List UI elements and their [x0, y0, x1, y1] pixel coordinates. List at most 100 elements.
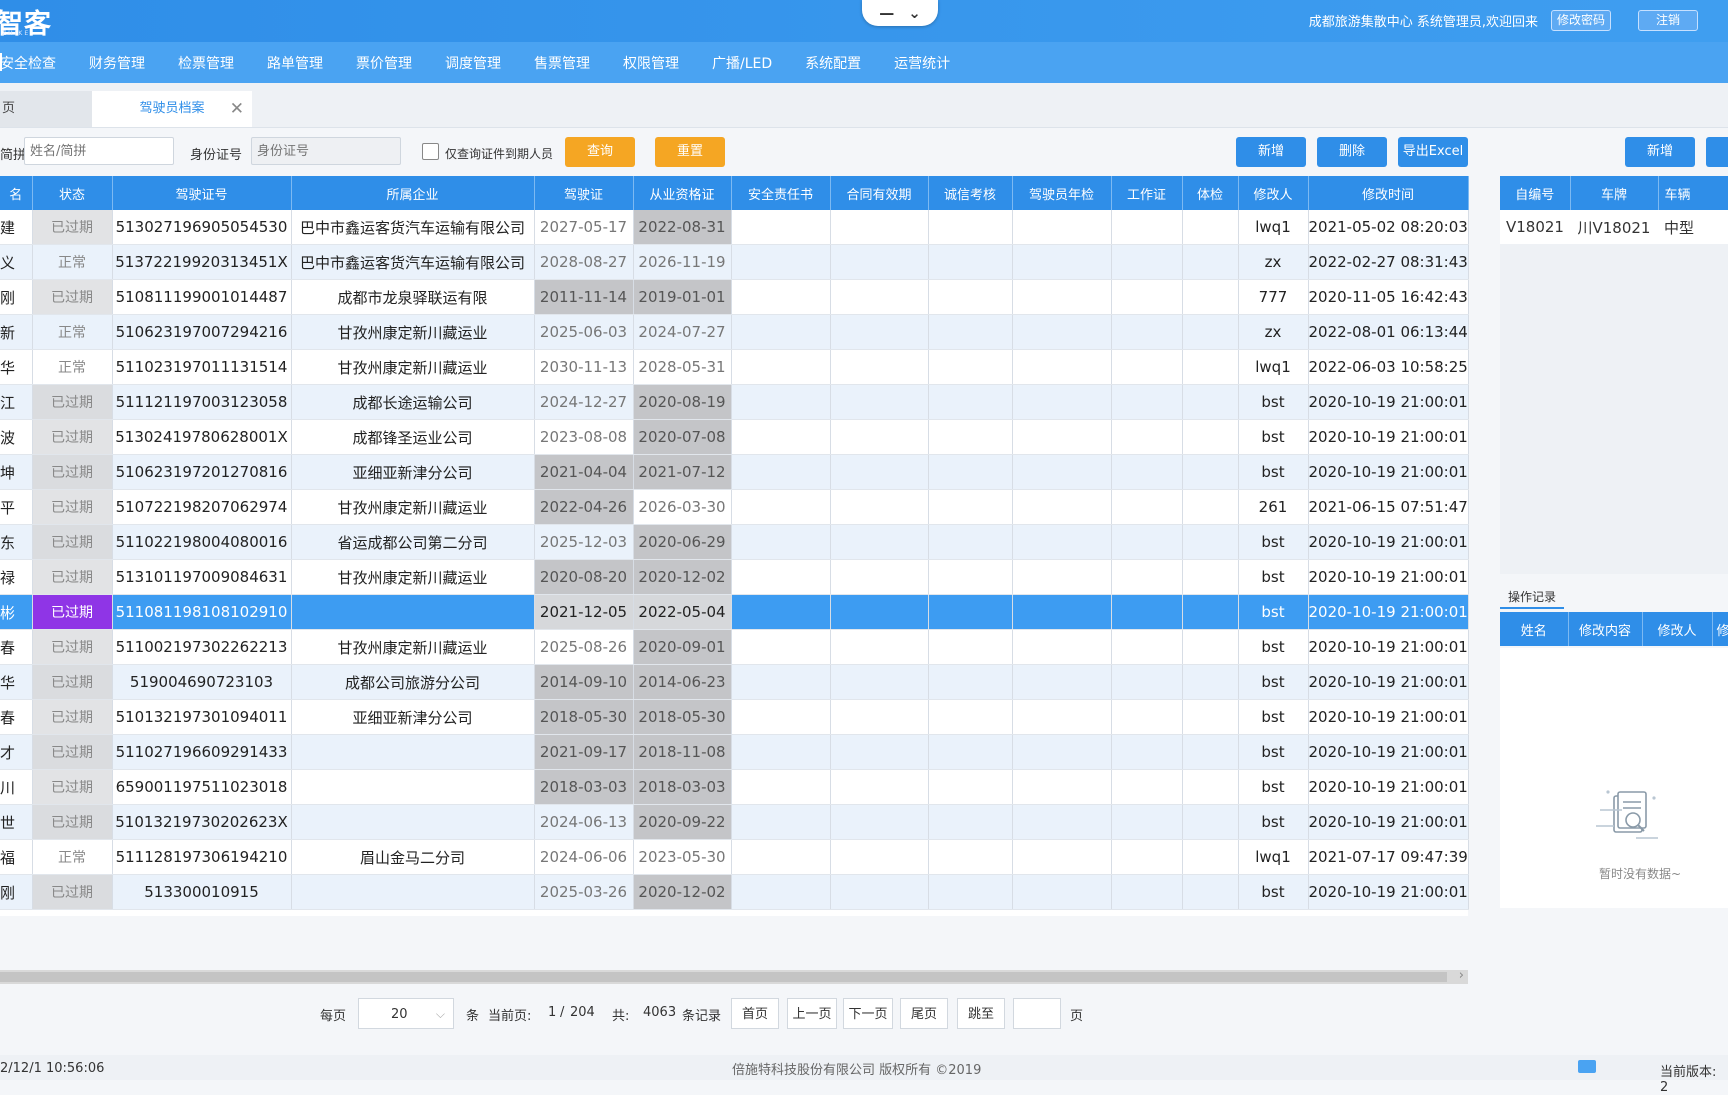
- col-status[interactable]: 状态: [32, 176, 113, 210]
- tab-home[interactable]: 页: [0, 91, 92, 127]
- vehicle-row[interactable]: V18021 川V18021 中型: [1500, 210, 1728, 244]
- reset-button[interactable]: 重置: [655, 137, 725, 167]
- menu-item-waybill[interactable]: 路单管理: [267, 53, 323, 73]
- export-excel-button[interactable]: 导出Excel: [1398, 137, 1468, 167]
- cell-license-no: 511027196609291433: [112, 734, 292, 770]
- table-row[interactable]: 刚已过期 513300010915 2025-03-26 2020-12-02 bst 2…: [0, 874, 1469, 910]
- col-contract[interactable]: 合同有效期: [830, 176, 929, 210]
- chevron-right-icon[interactable]: ›: [1459, 968, 1464, 983]
- table-row[interactable]: 华已过期 519004690723103 成都公司旅游分公司 2014-09-10 20…: [0, 664, 1469, 700]
- ops-col-modifier[interactable]: 修改人: [1642, 612, 1713, 646]
- table-row[interactable]: 才已过期 511027196609291433 2021-09-17 2018-11-…: [0, 734, 1469, 770]
- cell-driver-license: 2024-06-13: [534, 804, 634, 840]
- col-work-permit[interactable]: 工作证: [1111, 176, 1183, 210]
- col-qualification[interactable]: 从业资格证: [633, 176, 732, 210]
- menu-item-broadcast[interactable]: 广播/LED: [712, 53, 772, 73]
- footer-copyright: 倍施特科技股份有限公司 版权所有 ©2019: [732, 1063, 982, 1078]
- ops-col-more[interactable]: 修: [1712, 612, 1728, 646]
- right-more-button[interactable]: [1706, 137, 1728, 167]
- menu-item-dispatch[interactable]: 调度管理: [445, 53, 501, 73]
- table-row[interactable]: 义正常 51372219920313451X 巴中市鑫运客货汽车运输有限公司 2028…: [0, 244, 1469, 280]
- col-modifier[interactable]: 修改人: [1238, 176, 1309, 210]
- menu-item-safety[interactable]: 安全检查: [0, 53, 56, 73]
- col-driver-license[interactable]: 驾驶证: [534, 176, 634, 210]
- col-company[interactable]: 所属企业: [291, 176, 535, 210]
- table-row[interactable]: 建已过期 513027196905054530 巴中市鑫运客货汽车运输有限公司 202…: [0, 210, 1469, 245]
- cell-work-permit: [1111, 454, 1183, 490]
- jump-button[interactable]: 跳至: [957, 998, 1005, 1029]
- col-self-no[interactable]: 自编号: [1500, 176, 1571, 210]
- next-page-button[interactable]: 下一页: [843, 998, 893, 1029]
- delete-button[interactable]: 删除: [1317, 137, 1387, 167]
- col-safety-agreement[interactable]: 安全责任书: [731, 176, 831, 210]
- right-add-button[interactable]: 新增: [1625, 137, 1695, 167]
- horizontal-scrollbar[interactable]: ›: [0, 968, 1468, 984]
- table-row[interactable]: 禄已过期 513101197009084631 甘孜州康定新川藏运业 2020-08-…: [0, 559, 1469, 595]
- table-row[interactable]: 春已过期 511002197302262213 甘孜州康定新川藏运业 2025-08-…: [0, 629, 1469, 665]
- col-modified-time[interactable]: 修改时间: [1308, 176, 1469, 210]
- cell-contract: [830, 419, 929, 455]
- table-row[interactable]: 彬已过期 511081198108102910 2021-12-05 2022-05-…: [0, 594, 1469, 630]
- minimize-icon[interactable]: —: [879, 4, 894, 22]
- message-icon[interactable]: [1578, 1060, 1596, 1073]
- ops-col-content[interactable]: 修改内容: [1568, 612, 1643, 646]
- per-page-value: 20: [391, 1007, 408, 1022]
- jump-page-input[interactable]: [1013, 998, 1061, 1029]
- last-page-button[interactable]: 尾页: [900, 998, 948, 1029]
- id-search-input[interactable]: [251, 137, 401, 165]
- cell-safety-agreement: [731, 699, 831, 735]
- query-button[interactable]: 查询: [565, 137, 635, 167]
- chevron-down-icon[interactable]: ⌄: [908, 4, 921, 22]
- ops-col-name[interactable]: 姓名: [1500, 612, 1569, 646]
- welcome-text: 成都旅游集散中心 系统管理员,欢迎回来: [1308, 15, 1538, 30]
- cell-integrity: [928, 279, 1013, 315]
- menu-item-fare[interactable]: 票价管理: [356, 53, 412, 73]
- menu-item-statistics[interactable]: 运营统计: [894, 53, 950, 73]
- col-name[interactable]: 名: [0, 176, 33, 210]
- table-row[interactable]: 波已过期 51302419780628001X 成都锋圣运业公司 2023-08-08…: [0, 419, 1469, 455]
- logout-button[interactable]: 注销: [1638, 10, 1698, 31]
- table-row[interactable]: 福正常 511128197306194210 眉山金马二分司 2024-06-06 20…: [0, 839, 1469, 875]
- col-plate[interactable]: 车牌: [1570, 176, 1659, 210]
- first-page-button[interactable]: 首页: [731, 998, 779, 1029]
- table-row[interactable]: 平已过期 510722198207062974 甘孜州康定新川藏运业 2022-04-…: [0, 489, 1469, 525]
- table-row[interactable]: 刚已过期 510811199001014487 成都市龙泉驿联运有限 2011-11-…: [0, 279, 1469, 315]
- chevron-down-icon: ⌵: [435, 1007, 445, 1021]
- col-license-no[interactable]: 驾驶证号: [112, 176, 292, 210]
- table-row[interactable]: 东已过期 511022198004080016 省运成都公司第二分司 2025-12-…: [0, 524, 1469, 560]
- tab-driver-archive[interactable]: 驾驶员档案 ✕: [92, 91, 252, 127]
- table-row[interactable]: 江已过期 511121197003123058 成都长途运输公司 2024-12-27…: [0, 384, 1469, 420]
- prev-page-button[interactable]: 上一页: [787, 998, 837, 1029]
- name-search-input[interactable]: [24, 137, 174, 165]
- scrollbar-thumb[interactable]: [0, 972, 1447, 982]
- table-row[interactable]: 新正常 510623197007294216 甘孜州康定新川藏运业 2025-06-0…: [0, 314, 1469, 350]
- menu-item-permissions[interactable]: 权限管理: [623, 53, 679, 73]
- col-annual-check[interactable]: 驾驶员年检: [1012, 176, 1112, 210]
- menu-item-system-config[interactable]: 系统配置: [805, 53, 861, 73]
- expiry-only-checkbox[interactable]: [422, 143, 439, 160]
- change-password-button[interactable]: 修改密码: [1551, 10, 1611, 31]
- menu-item-ticket-check[interactable]: 检票管理: [178, 53, 234, 73]
- cell-company: 成都长途运输公司: [291, 384, 535, 420]
- cell-integrity: [928, 664, 1013, 700]
- ops-record-tab[interactable]: 操作记录: [1500, 588, 1565, 609]
- cell-company: 甘孜州康定新川藏运业: [291, 559, 535, 595]
- menu-item-finance[interactable]: 财务管理: [89, 53, 145, 73]
- close-icon[interactable]: ✕: [230, 91, 244, 127]
- col-integrity[interactable]: 诚信考核: [928, 176, 1013, 210]
- table-row[interactable]: 春已过期 510132197301094011 亚细亚新津分公司 2018-05-30…: [0, 699, 1469, 735]
- add-button[interactable]: 新增: [1236, 137, 1306, 167]
- cell-modifier: bst: [1238, 629, 1309, 665]
- table-row[interactable]: 华正常 511023197011131514 甘孜州康定新川藏运业 2030-11-1…: [0, 349, 1469, 385]
- cell-contract: [830, 594, 929, 630]
- cell-license-no: 513101197009084631: [112, 559, 292, 595]
- per-page-select[interactable]: 20 ⌵: [358, 998, 454, 1029]
- col-medical[interactable]: 体检: [1182, 176, 1239, 210]
- table-row[interactable]: 川已过期 659001197511023018 2018-03-03 2018-03-…: [0, 769, 1469, 805]
- table-row[interactable]: 坤已过期 510623197201270816 亚细亚新津分公司 2021-04-04…: [0, 454, 1469, 490]
- cell-safety-agreement: [731, 489, 831, 525]
- table-row[interactable]: 世已过期 51013219730202623X 2024-06-13 2020-09-…: [0, 804, 1469, 840]
- cell-medical: [1182, 874, 1239, 910]
- col-vehicle-type[interactable]: 车辆: [1658, 176, 1728, 210]
- menu-item-sales[interactable]: 售票管理: [534, 53, 590, 73]
